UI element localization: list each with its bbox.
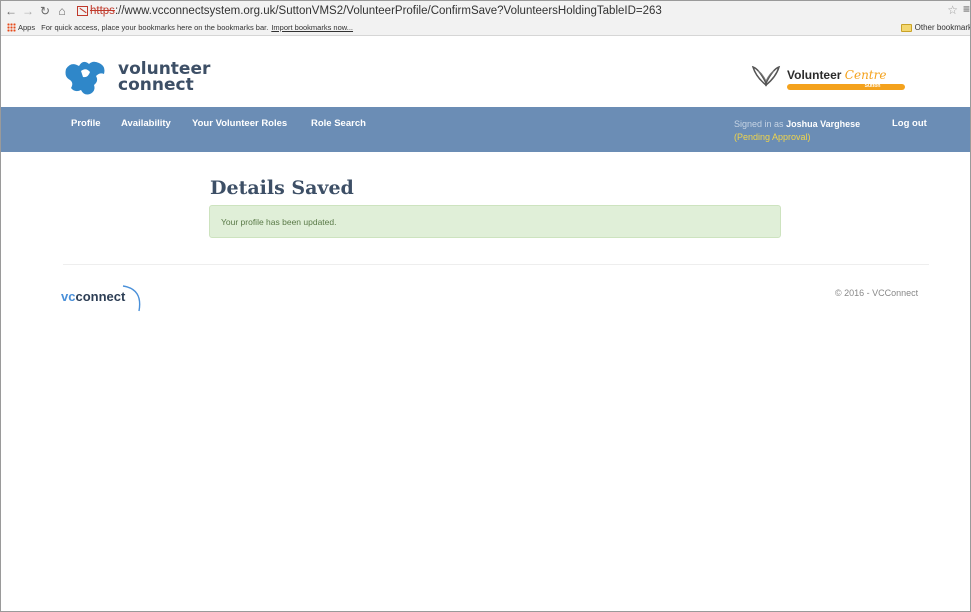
forward-icon[interactable]: → xyxy=(21,4,35,18)
partner-orange-bar xyxy=(787,84,905,90)
reload-icon[interactable]: ↻ xyxy=(38,4,52,18)
home-icon[interactable]: ⌂ xyxy=(55,4,69,18)
footer-logo-text: vcconnect xyxy=(61,289,125,304)
apps-link[interactable]: Apps xyxy=(18,23,35,32)
apps-grid-icon[interactable] xyxy=(7,23,16,32)
main-nav: Profile Availability Your Volunteer Role… xyxy=(1,107,970,152)
address-bar-row: ← → ↻ ⌂ https ://www.vcconnectsystem.org… xyxy=(1,1,970,20)
user-name: Joshua Varghese xyxy=(786,119,861,129)
footer-logo-vc: vc xyxy=(61,289,76,304)
other-bookmarks-label: Other bookmark xyxy=(914,23,971,32)
partner-name: Volunteer Centre Sutton xyxy=(787,68,905,90)
success-alert: Your profile has been updated. xyxy=(209,205,781,238)
other-bookmarks-button[interactable]: Other bookmark xyxy=(900,23,971,32)
signed-in-info: Signed in as Joshua Varghese (Pending Ap… xyxy=(734,118,860,144)
back-icon[interactable]: ← xyxy=(4,4,18,18)
nav-availability[interactable]: Availability xyxy=(121,118,171,129)
bookmarks-bar: Apps For quick access, place your bookma… xyxy=(1,20,971,36)
page-title: Details Saved xyxy=(210,177,354,199)
volunteer-connect-logo[interactable]: volunteer connect xyxy=(63,57,210,97)
menu-icon[interactable]: ≡ xyxy=(963,2,970,16)
arc-swoosh-icon xyxy=(122,285,141,312)
url-protocol: https xyxy=(90,4,115,17)
puzzle-logo-icon xyxy=(65,61,105,95)
open-book-icon xyxy=(751,65,781,87)
vcconnect-footer-logo[interactable]: vcconnect xyxy=(61,283,151,313)
url-text: ://www.vcconnectsystem.org.uk/SuttonVMS2… xyxy=(114,4,662,17)
signed-in-prefix: Signed in as xyxy=(734,119,784,129)
folder-icon xyxy=(900,23,912,32)
nav-your-volunteer-roles[interactable]: Your Volunteer Roles xyxy=(192,118,287,129)
bookmarks-hint: For quick access, place your bookmarks h… xyxy=(41,23,269,32)
partner-sub: Sutton xyxy=(864,83,881,89)
partner-word-2: Centre xyxy=(844,68,887,82)
footer-logo-connect: connect xyxy=(75,289,126,304)
nav-role-search[interactable]: Role Search xyxy=(311,118,366,129)
browser-window: ← → ↻ ⌂ https ://www.vcconnectsystem.org… xyxy=(0,0,971,612)
copyright-text: © 2016 - VCConnect xyxy=(835,288,919,298)
partner-word-1: Volunteer xyxy=(787,68,842,82)
address-input[interactable]: https ://www.vcconnectsystem.org.uk/Sutt… xyxy=(77,5,662,17)
success-message: Your profile has been updated. xyxy=(221,217,337,227)
nav-profile[interactable]: Profile xyxy=(71,118,101,129)
brand-name: volunteer connect xyxy=(118,61,210,95)
insecure-lock-icon xyxy=(77,5,88,16)
logout-link[interactable]: Log out xyxy=(892,118,927,129)
footer-divider xyxy=(63,264,929,265)
brand-line-2: connect xyxy=(118,75,194,95)
account-status: (Pending Approval) xyxy=(734,132,811,142)
site-header: volunteer connect Volunteer Centre Sutto… xyxy=(1,37,970,107)
volunteer-centre-sutton-logo[interactable]: Volunteer Centre Sutton xyxy=(751,63,905,90)
import-bookmarks-link[interactable]: Import bookmarks now... xyxy=(271,23,353,32)
bookmark-star-icon[interactable]: ☆ xyxy=(947,3,958,17)
